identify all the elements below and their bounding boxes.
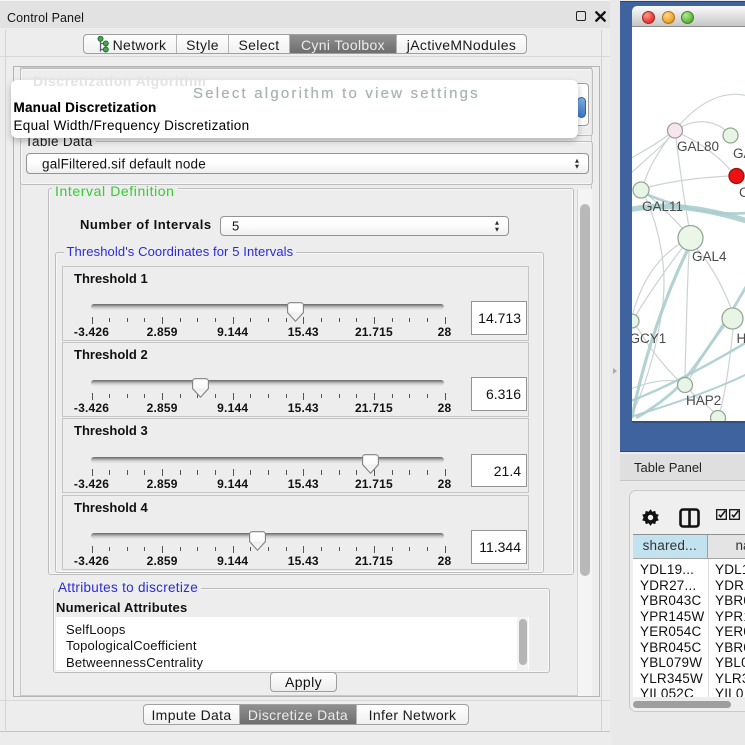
- svg-text:GAL4: GAL4: [692, 249, 727, 264]
- svg-text:GAL80: GAL80: [677, 139, 719, 154]
- svg-text:GA: GA: [733, 146, 745, 161]
- svg-text:H: H: [737, 331, 745, 346]
- svg-text:C: C: [739, 185, 745, 200]
- svg-text:GCY1: GCY1: [632, 331, 666, 346]
- svg-text:GAL11: GAL11: [642, 199, 683, 214]
- svg-text:HAP2: HAP2: [686, 393, 721, 408]
